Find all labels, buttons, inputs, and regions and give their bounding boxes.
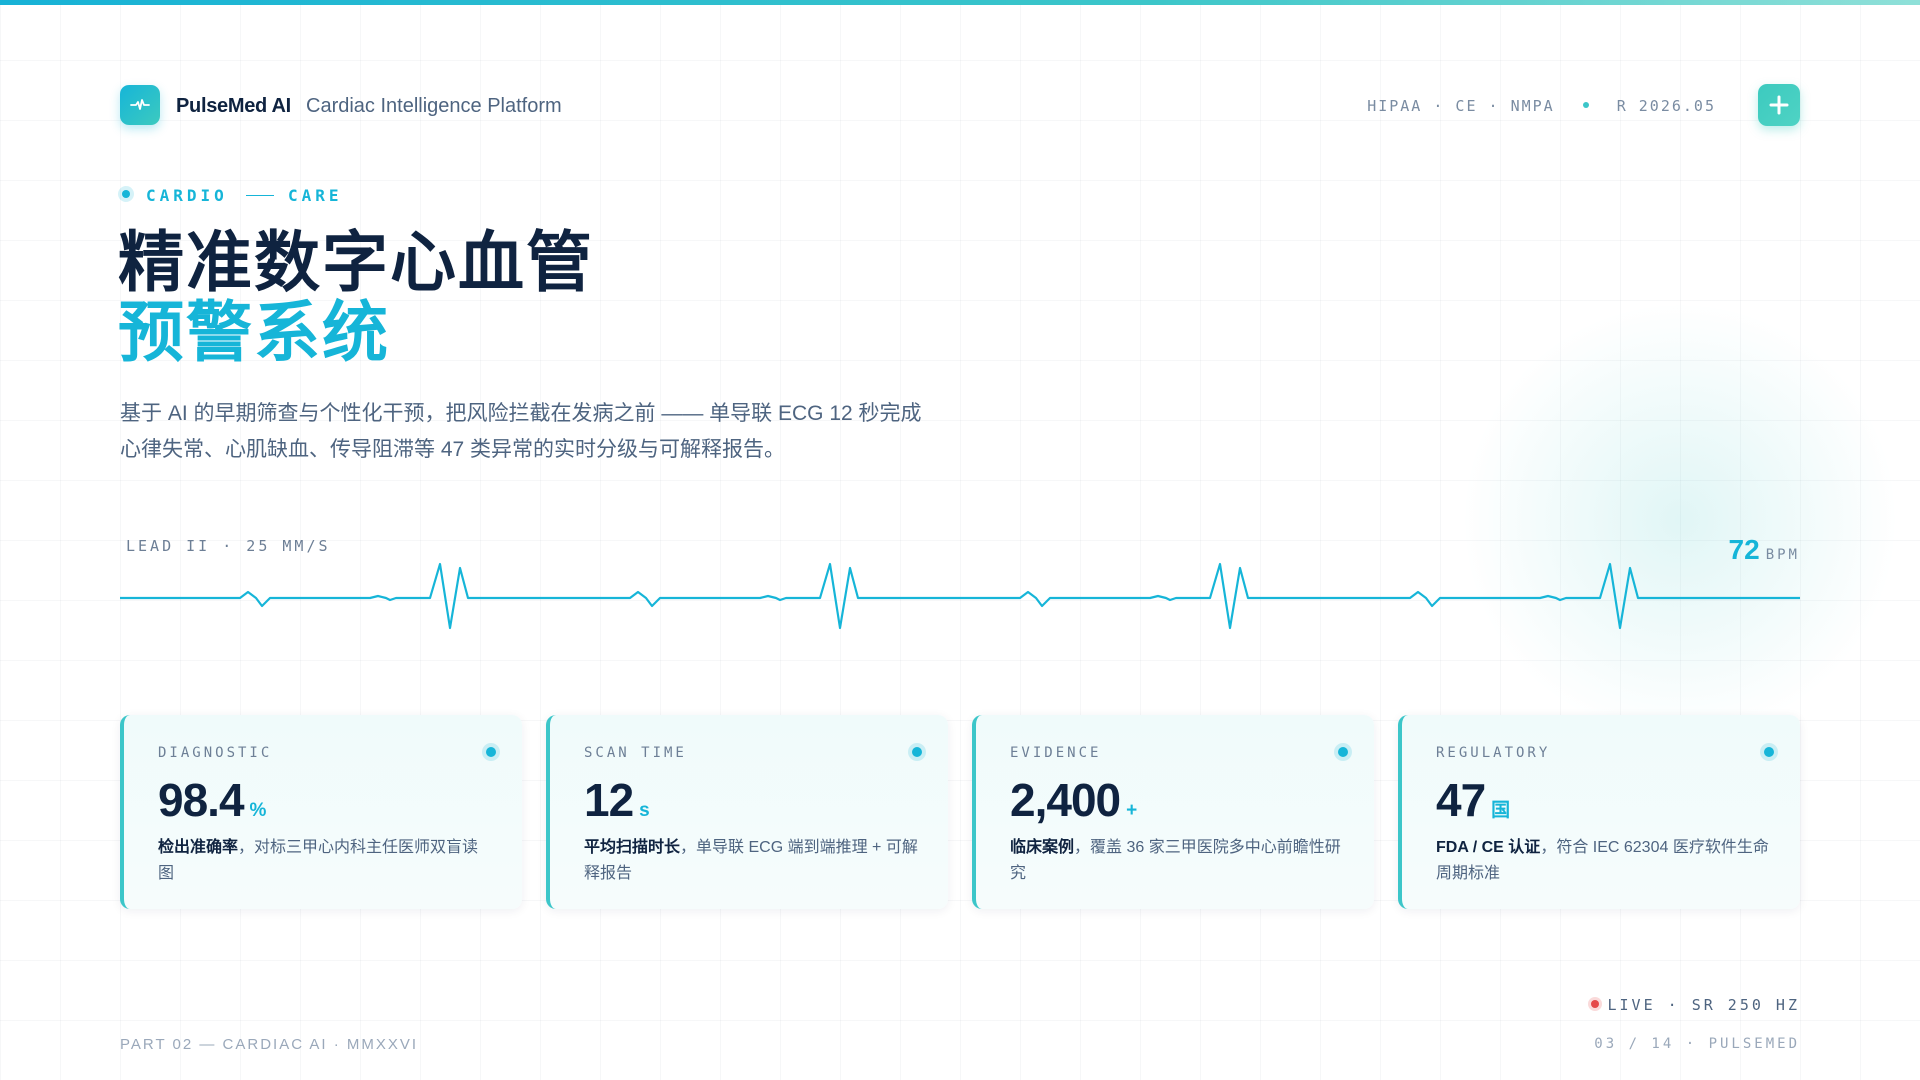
card-description: 平均扫描时长，单导联 ECG 端到端推理 + 可解释报告 — [584, 835, 920, 887]
release-version: R 2026.05 — [1616, 97, 1716, 115]
card-desc-bold: FDA / CE 认证 — [1436, 839, 1541, 856]
card-desc-bold: 临床案例 — [1010, 839, 1075, 856]
pulse-icon — [130, 99, 150, 110]
status-dot-icon — [1334, 743, 1352, 761]
header: PulseMed AI Cardiac Intelligence Platfor… — [120, 84, 1800, 126]
status-dot-icon — [482, 743, 500, 761]
card-number: 2,400 — [1010, 774, 1121, 826]
card-value: 47 国 — [1436, 773, 1510, 827]
hero-description: 基于 AI 的早期筛查与个性化干预，把风险拦截在发病之前 —— 单导联 ECG … — [120, 396, 1040, 468]
card-number: 12 — [584, 774, 634, 826]
ecg-waveform — [120, 562, 1800, 630]
compliance-info: HIPAA · CE · NMPA R 2026.05 — [1367, 97, 1716, 115]
card-value: 2,400 + — [1010, 773, 1137, 827]
add-button[interactable] — [1758, 84, 1800, 126]
card-label: SCAN TIME — [584, 745, 687, 761]
card-unit: + — [1126, 800, 1138, 821]
eyebrow-right: CARE — [288, 186, 343, 205]
description-line1: 基于 AI 的早期筛查与个性化干预，把风险拦截在发病之前 —— 单导联 ECG … — [120, 402, 922, 425]
card-description: 检出准确率，对标三甲心内科主任医师双盲读图 — [158, 835, 494, 887]
description-line2: 心律失常、心肌缺血、传导阻滞等 47 类异常的实时分级与可解释报告。 — [120, 438, 786, 461]
brand-name: PulseMed AI — [176, 95, 291, 117]
card-description: FDA / CE 认证，符合 IEC 62304 医疗软件生命周期标准 — [1436, 835, 1772, 887]
page-title-line1: 精准数字心血管 — [118, 225, 594, 299]
card-label: DIAGNOSTIC — [158, 745, 273, 761]
page-number: 03 / 14 · PULSEMED — [1594, 1036, 1800, 1052]
footer-section-label: PART 02 — CARDIAC AI · MMXXVI — [120, 1036, 419, 1053]
card-unit: s — [639, 800, 650, 821]
live-indicator: LIVE · SR 250 HZ — [1587, 996, 1801, 1014]
card-label: EVIDENCE — [1010, 745, 1102, 761]
card-unit: 国 — [1491, 800, 1511, 821]
compliance-badges: HIPAA · CE · NMPA — [1367, 97, 1555, 115]
platform-name: Cardiac Intelligence Platform — [306, 95, 562, 117]
card-label: REGULATORY — [1436, 745, 1551, 761]
card-unit: % — [249, 800, 267, 821]
stat-card-evidence[interactable]: EVIDENCE 2,400 + 临床案例，覆盖 36 家三甲医院多中心前瞻性研究 — [972, 715, 1374, 909]
stat-card-regulatory[interactable]: REGULATORY 47 国 FDA / CE 认证，符合 IEC 62304 … — [1398, 715, 1800, 909]
background-glow — [1460, 300, 1900, 740]
eyebrow-dot-icon — [118, 186, 134, 202]
eyebrow-divider — [246, 195, 274, 196]
top-accent-bar — [0, 0, 1920, 5]
card-number: 47 — [1436, 774, 1486, 826]
card-desc-bold: 检出准确率 — [158, 839, 239, 856]
ecg-trace — [120, 562, 1800, 630]
card-value: 98.4% — [158, 773, 266, 827]
live-text: LIVE · SR 250 HZ — [1607, 996, 1800, 1014]
status-dot-icon — [1760, 743, 1778, 761]
card-desc-bold: 平均扫描时长 — [584, 839, 681, 856]
separator-dot — [1582, 102, 1589, 108]
status-dot-icon — [908, 743, 926, 761]
live-dot-icon — [1587, 996, 1602, 1011]
card-value: 12 s — [584, 773, 650, 827]
card-number: 98.4 — [158, 774, 245, 826]
eyebrow-left: CARDIO — [146, 186, 228, 205]
card-description: 临床案例，覆盖 36 家三甲医院多中心前瞻性研究 — [1010, 835, 1346, 887]
page-title-line2: 预警系统 — [118, 295, 390, 369]
logo[interactable] — [120, 85, 160, 125]
plus-icon — [1769, 95, 1789, 115]
stat-card-diagnostic[interactable]: DIAGNOSTIC 98.4% 检出准确率，对标三甲心内科主任医师双盲读图 — [120, 715, 522, 909]
stat-card-scan-time[interactable]: SCAN TIME 12 s 平均扫描时长，单导联 ECG 端到端推理 + 可解释… — [546, 715, 948, 909]
